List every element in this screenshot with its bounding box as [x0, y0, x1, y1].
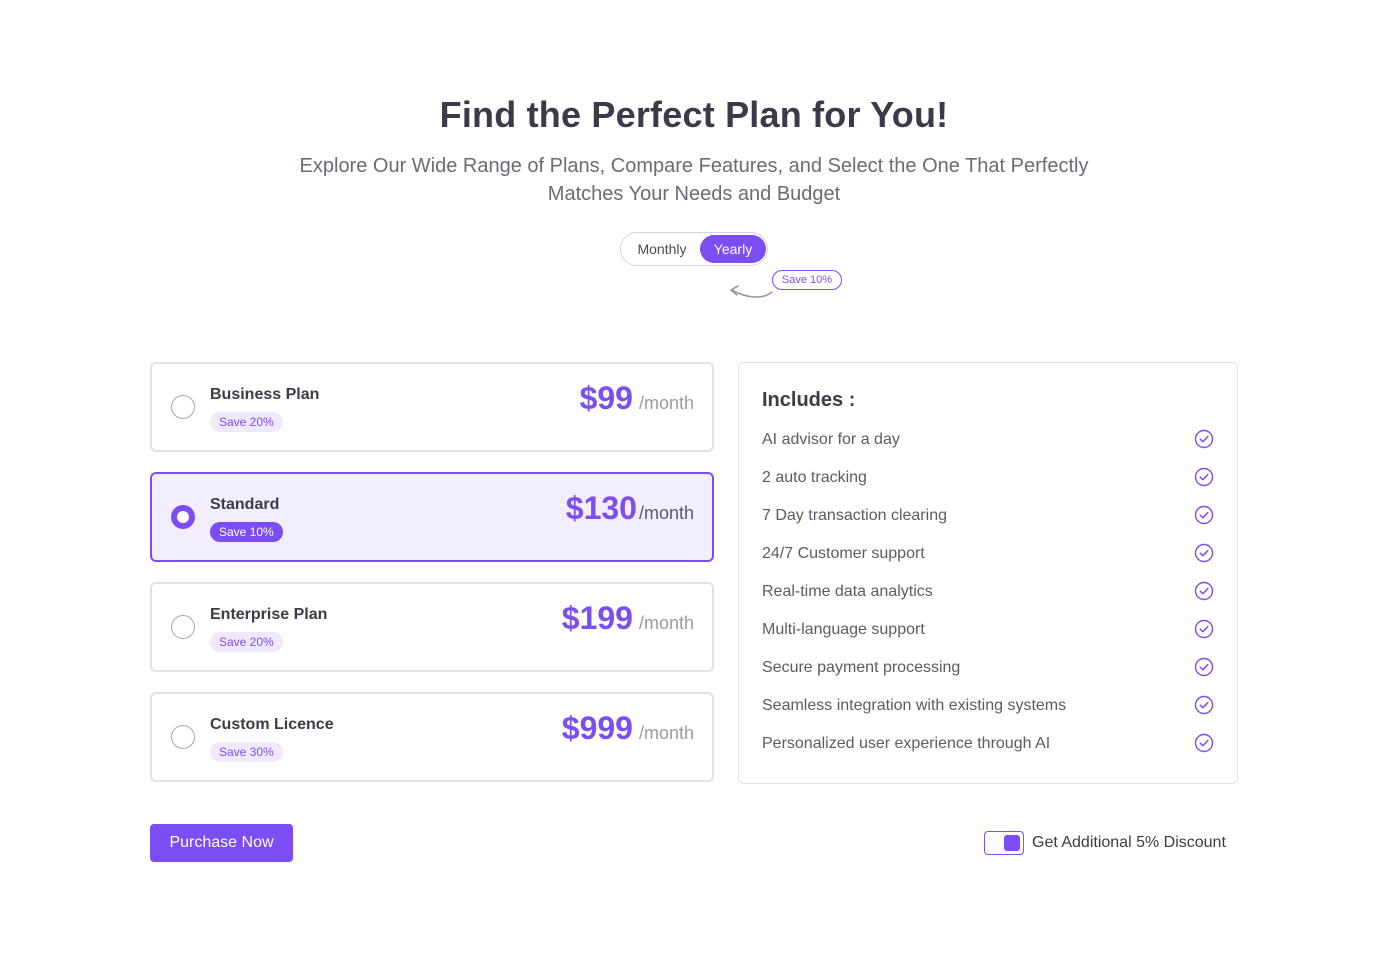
- plan-name: Enterprise Plan: [210, 606, 328, 623]
- additional-discount-toggle[interactable]: [984, 831, 1024, 855]
- check-circle-icon: [1194, 657, 1214, 677]
- feature-item: Seamless integration with existing syste…: [762, 695, 1214, 719]
- curved-arrow-icon: [730, 285, 773, 298]
- page-title: Find the Perfect Plan for You!: [439, 94, 949, 135]
- feature-item: AI advisor for a day: [762, 429, 1214, 453]
- check-circle-icon: [1194, 619, 1214, 639]
- subtitle-line-2: Matches Your Needs and Budget: [547, 183, 841, 205]
- includes-panel: Includes : AI advisor for a day 2 auto tr…: [738, 362, 1238, 784]
- plan-save-badge: Save 20%: [210, 632, 283, 652]
- feature-item: Secure payment processing: [762, 657, 1214, 681]
- feature-text: Personalized user experience through AI: [762, 735, 1051, 752]
- feature-text: Real-time data analytics: [762, 583, 933, 600]
- feature-item: 24/7 Customer support: [762, 543, 1214, 567]
- plan-save-badge: Save 30%: [210, 742, 283, 762]
- additional-discount-label: Get Additional 5% Discount: [1032, 834, 1226, 851]
- subtitle-line-1: Explore Our Wide Range of Plans, Compare…: [299, 155, 1089, 177]
- plan-name: Business Plan: [210, 386, 320, 403]
- plan-price-group: $199 /month: [562, 600, 694, 637]
- feature-text: 7 Day transaction clearing: [762, 507, 947, 524]
- plan-period: /month: [638, 393, 694, 413]
- plan-price: $99: [579, 380, 633, 416]
- feature-text: 2 auto tracking: [762, 469, 867, 486]
- feature-item: Multi-language support: [762, 619, 1214, 643]
- feature-item: Real-time data analytics: [762, 581, 1214, 605]
- plan-price-group: $130 /month: [566, 490, 694, 527]
- plan-period: /month: [638, 503, 694, 523]
- monthly-option[interactable]: Monthly: [625, 235, 699, 263]
- plan-radio[interactable]: [171, 725, 195, 749]
- plan-radio[interactable]: [171, 505, 195, 529]
- feature-item: Personalized user experience through AI: [762, 733, 1214, 757]
- billing-period-toggle[interactable]: Monthly Yearly: [620, 232, 768, 266]
- plan-card-enterprise[interactable]: Enterprise Plan Save 20% $199 /month: [150, 582, 714, 672]
- feature-text: Multi-language support: [762, 621, 925, 638]
- check-circle-icon: [1194, 467, 1214, 487]
- plan-price-group: $999 /month: [562, 710, 694, 747]
- page-subtitle: Explore Our Wide Range of Plans, Compare…: [274, 152, 1114, 208]
- check-circle-icon: [1194, 505, 1214, 525]
- check-circle-icon: [1194, 581, 1214, 601]
- plan-period: /month: [638, 723, 694, 743]
- yearly-save-badge: Save 10%: [772, 270, 842, 290]
- feature-item: 2 auto tracking: [762, 467, 1214, 491]
- plan-price-group: $99 /month: [580, 380, 694, 417]
- check-circle-icon: [1194, 543, 1214, 563]
- purchase-now-button[interactable]: Purchase Now: [150, 824, 293, 862]
- plan-card-standard[interactable]: Standard Save 10% $130 /month: [150, 472, 714, 562]
- plan-save-badge: Save 20%: [210, 412, 283, 432]
- plan-save-badge: Save 10%: [210, 522, 283, 542]
- feature-text: AI advisor for a day: [762, 431, 900, 448]
- feature-text: 24/7 Customer support: [762, 545, 925, 562]
- toggle-knob: [1004, 835, 1020, 851]
- plan-period: /month: [638, 613, 694, 633]
- plan-name: Custom Licence: [210, 716, 334, 733]
- plan-card-business[interactable]: Business Plan Save 20% $99 /month: [150, 362, 714, 452]
- feature-text: Secure payment processing: [762, 659, 961, 676]
- yearly-option[interactable]: Yearly: [700, 235, 766, 263]
- check-circle-icon: [1194, 695, 1214, 715]
- plan-price: $199: [561, 600, 633, 636]
- check-circle-icon: [1194, 733, 1214, 753]
- feature-item: 7 Day transaction clearing: [762, 505, 1214, 529]
- plan-radio[interactable]: [171, 395, 195, 419]
- check-circle-icon: [1194, 429, 1214, 449]
- plan-radio[interactable]: [171, 615, 195, 639]
- plan-price: $999: [561, 710, 633, 746]
- plan-price: $130: [565, 490, 637, 526]
- feature-text: Seamless integration with existing syste…: [762, 697, 1067, 714]
- plan-card-custom-licence[interactable]: Custom Licence Save 30% $999 /month: [150, 692, 714, 782]
- plan-name: Standard: [210, 496, 280, 513]
- includes-heading: Includes :: [762, 389, 856, 411]
